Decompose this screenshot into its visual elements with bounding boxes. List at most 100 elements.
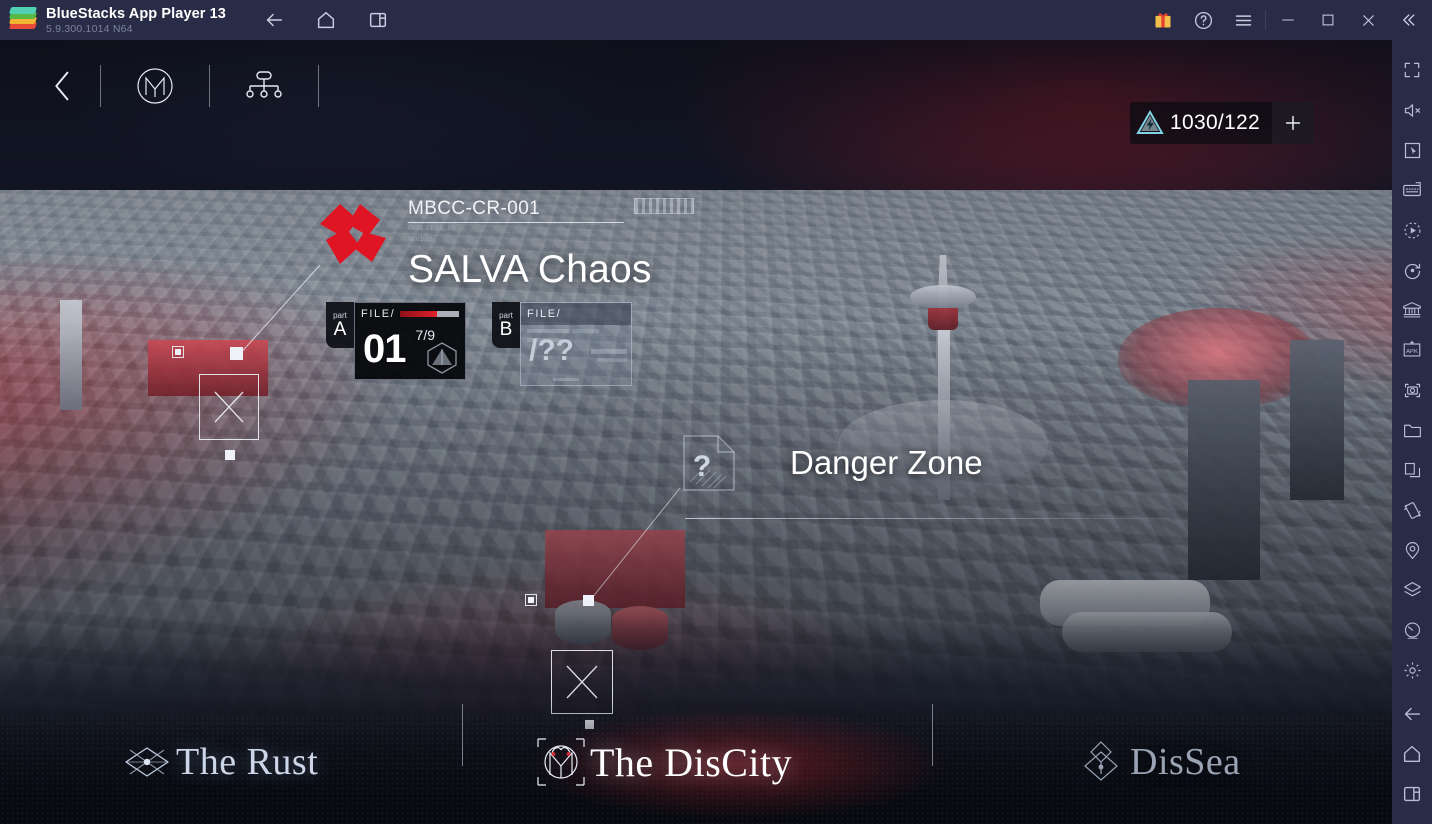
tech-tree-button[interactable] xyxy=(210,58,318,114)
redacted-line-5 xyxy=(597,358,627,362)
hex-gem-icon xyxy=(425,341,459,375)
menu-button[interactable] xyxy=(1223,0,1263,40)
help-button[interactable] xyxy=(1183,0,1223,40)
apk-install-icon: APK xyxy=(1403,340,1421,357)
macro-play-icon xyxy=(1403,221,1421,239)
chevron-left-icon xyxy=(55,71,69,101)
minimize-button[interactable] xyxy=(1268,0,1308,40)
salva-code: MBCC-CR-001 xyxy=(408,198,541,219)
keymapping-button[interactable] xyxy=(1392,170,1432,210)
file-card-b-head: FILE/ xyxy=(521,303,631,325)
dissea-diamond-icon xyxy=(1072,733,1130,791)
windows-icon xyxy=(369,12,387,28)
shake-button[interactable] xyxy=(1392,490,1432,530)
part-tab-a: part A xyxy=(326,302,354,348)
zone-dissea[interactable]: DisSea xyxy=(1072,733,1241,791)
plus-icon xyxy=(1285,115,1301,131)
keyboard-icon xyxy=(1403,182,1421,197)
file-label-a: FILE/ xyxy=(361,308,396,320)
close-icon xyxy=(1362,14,1374,26)
discity-monogram-icon xyxy=(532,733,590,791)
zone-the-rust[interactable]: The Rust xyxy=(118,733,318,791)
redacted-line-1 xyxy=(527,329,569,333)
titlebar-text: BlueStacks App Player 13 5.9.300.1014 N6… xyxy=(46,0,226,40)
part-tab-b: part B xyxy=(492,302,520,348)
macro-button[interactable] xyxy=(1392,210,1432,250)
collapse-sidebar-button[interactable] xyxy=(1388,0,1428,40)
rotate-button[interactable] xyxy=(1392,250,1432,290)
location-button[interactable] xyxy=(1392,530,1432,570)
rust-diamond-svg xyxy=(125,747,169,777)
marker-node-b xyxy=(583,595,594,606)
danger-zone-label[interactable]: ? Danger Zone xyxy=(680,432,983,494)
file-card-a-body: FILE/ 01 7/9 xyxy=(354,302,466,380)
gear-icon xyxy=(1403,661,1421,679)
m-monogram-icon xyxy=(137,68,173,104)
part-letter-b: B xyxy=(499,318,513,340)
stamina-triangle-svg xyxy=(1136,109,1164,134)
close-button[interactable] xyxy=(1348,0,1388,40)
file-card-a[interactable]: part A FILE/ 01 7/9 xyxy=(326,302,466,380)
game-viewport[interactable]: 1030/122 MBCC-CR-001 0001.01 01..03 0001… xyxy=(0,40,1392,824)
monogram-button[interactable] xyxy=(101,58,209,114)
titlebar-nav xyxy=(262,8,390,32)
file-number-a: 01 xyxy=(363,327,406,371)
zone-list: The Rust The DisCity DisSea xyxy=(0,704,1392,798)
file-card-a-main: 01 7/9 xyxy=(355,325,465,379)
instance-manager-icon xyxy=(1403,302,1421,318)
danger-zone-rule xyxy=(685,518,1205,519)
arrow-left-icon xyxy=(1404,707,1421,721)
currency-display[interactable]: 1030/122 xyxy=(1130,102,1314,144)
nav-divider-3 xyxy=(318,65,319,107)
screenshot-button[interactable] xyxy=(1392,370,1432,410)
salva-chaos-logo-icon xyxy=(318,202,392,274)
bluestacks-logo-icon xyxy=(8,7,38,33)
code-underline xyxy=(408,222,624,223)
file-card-b[interactable]: part B FILE/ /?? xyxy=(492,302,632,386)
fullscreen-button[interactable] xyxy=(1392,50,1432,90)
titlebar: BlueStacks App Player 13 5.9.300.1014 N6… xyxy=(0,0,1432,40)
hex-gem-svg xyxy=(427,342,457,374)
maximize-button[interactable] xyxy=(1308,0,1348,40)
mute-button[interactable] xyxy=(1392,90,1432,130)
android-recents-button[interactable] xyxy=(1392,774,1432,814)
settings-button[interactable] xyxy=(1392,650,1432,690)
media-manager-button[interactable] xyxy=(1392,410,1432,450)
zone-divider-2 xyxy=(932,704,933,766)
game-controls-button[interactable] xyxy=(1392,130,1432,170)
org-tree-icon xyxy=(246,71,282,98)
minimize-icon xyxy=(1282,19,1294,21)
hamburger-icon xyxy=(1235,14,1251,26)
add-currency-button[interactable] xyxy=(1272,102,1314,144)
multi-instance-manager-button[interactable] xyxy=(1392,290,1432,330)
copy-button[interactable] xyxy=(1392,450,1432,490)
marker-dot-a xyxy=(175,349,181,355)
glitch-decoration xyxy=(634,198,694,214)
salva-title: SALVA Chaos xyxy=(408,248,652,291)
redacted-line-2 xyxy=(573,329,599,333)
android-back-button[interactable] xyxy=(1392,694,1432,734)
map-marker-salva[interactable] xyxy=(172,346,292,466)
cursor-box-icon xyxy=(1404,142,1420,158)
file-card-a-head: FILE/ xyxy=(355,303,465,325)
zone-the-rust-label: The Rust xyxy=(176,741,319,783)
performance-button[interactable] xyxy=(1392,610,1432,650)
back-button[interactable] xyxy=(262,8,286,32)
redacted-line-4 xyxy=(591,349,627,354)
svg-text:APK: APK xyxy=(1406,349,1418,355)
zone-the-discity[interactable]: The DisCity xyxy=(532,733,792,791)
file-label-b: FILE/ xyxy=(527,308,562,320)
currency-value: 1030/122 xyxy=(1170,111,1260,134)
camera-icon xyxy=(1404,383,1420,397)
fullscreen-icon xyxy=(1404,62,1420,78)
shake-icon xyxy=(1403,501,1421,519)
danger-zone-text: Danger Zone xyxy=(790,444,983,481)
home-button[interactable] xyxy=(314,8,338,32)
gift-button[interactable] xyxy=(1143,0,1183,40)
multi-instance-button[interactable] xyxy=(366,8,390,32)
game-back-button[interactable] xyxy=(26,58,100,114)
android-home-button[interactable] xyxy=(1392,734,1432,774)
zone-selector-bar: The Rust The DisCity DisSea xyxy=(0,674,1392,824)
layers-button[interactable] xyxy=(1392,570,1432,610)
install-apk-button[interactable]: APK xyxy=(1392,330,1432,370)
